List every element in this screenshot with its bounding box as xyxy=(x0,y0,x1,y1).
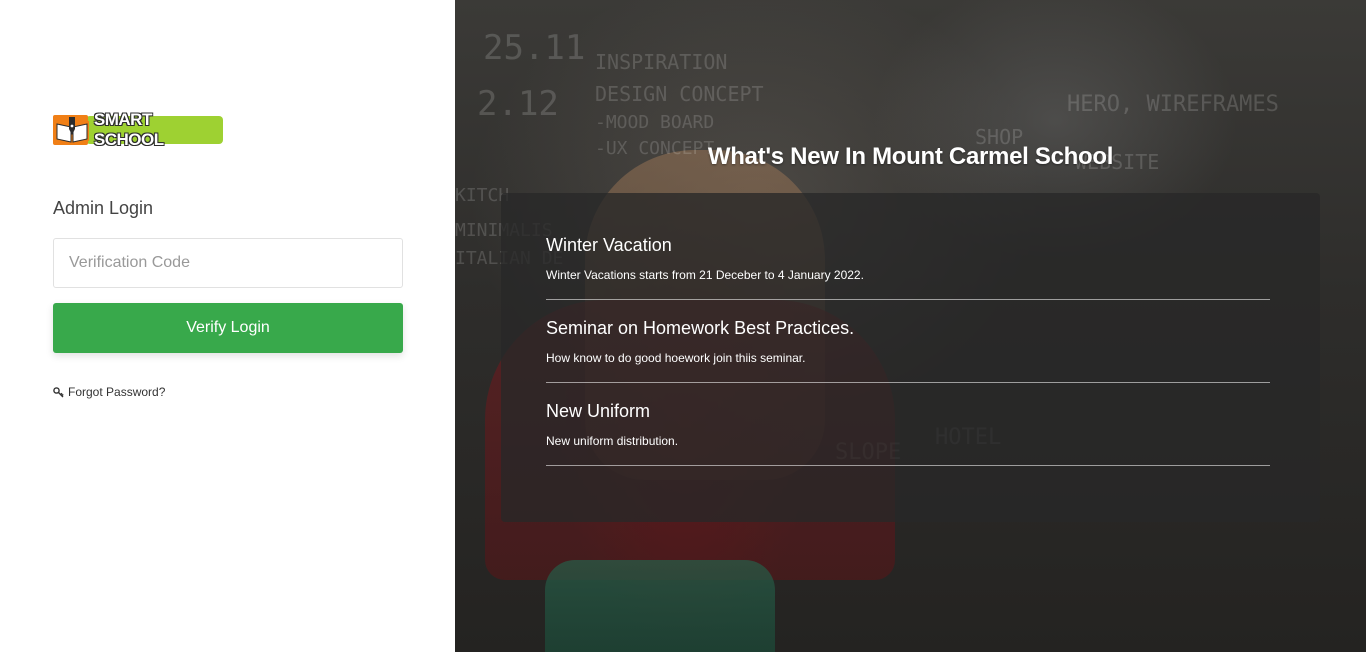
background-figure-skirt xyxy=(545,560,775,652)
news-panel: 25.11 2.12 INSPIRATION DESIGN CONCEPT -M… xyxy=(455,0,1366,652)
chalk-scribble: HERO, WIREFRAMES xyxy=(1067,92,1279,117)
key-icon xyxy=(53,386,64,398)
login-title: Admin Login xyxy=(53,198,154,218)
chalk-scribble: DESIGN CONCEPT xyxy=(595,82,764,106)
verify-login-button[interactable]: Verify Login xyxy=(53,303,403,353)
news-heading: What's New In Mount Carmel School xyxy=(707,143,1114,170)
chalk-scribble: 25.11 xyxy=(483,28,586,68)
verification-code-input[interactable] xyxy=(53,238,403,288)
chalk-scribble: 2.12 xyxy=(477,84,559,124)
forgot-password-link[interactable]: Forgot Password? xyxy=(53,385,165,399)
chalk-scribble: INSPIRATION xyxy=(595,50,728,74)
news-item: Winter Vacation Winter Vacations starts … xyxy=(546,217,1270,300)
logo: SMART SCHOOL xyxy=(53,110,223,149)
news-item-title: Seminar on Homework Best Practices. xyxy=(546,318,855,338)
news-item: Seminar on Homework Best Practices. How … xyxy=(546,300,1270,383)
news-item: New Uniform New uniform distribution. xyxy=(546,383,1270,466)
news-item-text: Winter Vacations starts from 21 Deceber … xyxy=(546,268,864,282)
logo-text: SMART SCHOOL xyxy=(85,110,223,149)
book-pen-icon xyxy=(53,115,89,145)
forgot-password-label: Forgot Password? xyxy=(68,385,166,399)
news-item-title: New Uniform xyxy=(546,401,651,421)
login-panel: SMART SCHOOL Admin Login Verify Login Fo… xyxy=(0,0,455,652)
news-item-text: How know to do good hoework join thiis s… xyxy=(546,351,806,365)
news-item-title: Winter Vacation xyxy=(546,235,672,255)
chalk-scribble: -MOOD BOARD xyxy=(595,112,715,133)
news-box: Winter Vacation Winter Vacations starts … xyxy=(501,193,1320,522)
news-item-text: New uniform distribution. xyxy=(546,434,679,448)
